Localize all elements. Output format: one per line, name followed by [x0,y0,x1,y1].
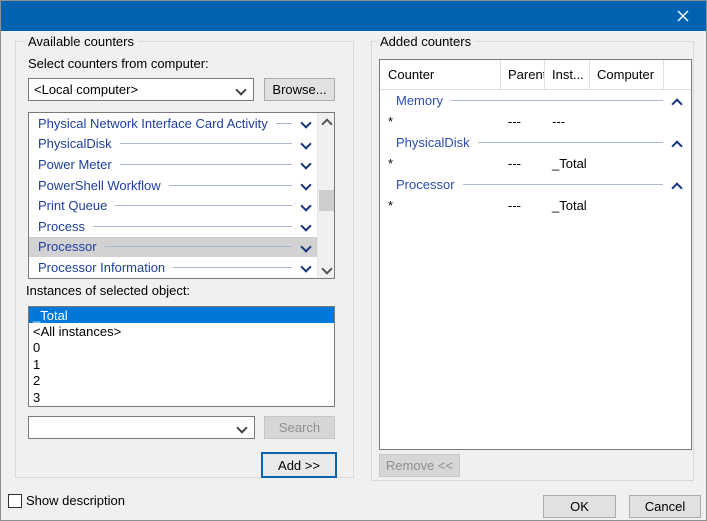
chevron-down-icon[interactable] [300,180,310,190]
counter-item[interactable]: PhysicalDisk [29,134,334,155]
instances-label: Instances of selected object: [26,283,190,298]
counter-item[interactable]: Processor Information [29,257,334,278]
cancel-button[interactable]: Cancel [629,495,701,518]
instance-item[interactable]: <All instances> [29,323,334,339]
table-header: Counter Parent Inst... Computer [380,60,691,90]
computer-combo-value: <Local computer> [29,82,235,97]
scroll-down-icon[interactable] [321,264,332,275]
chevron-down-icon[interactable] [300,159,310,169]
show-description-label: Show description [26,493,125,508]
close-icon [677,10,689,22]
instance-item[interactable]: 3 [29,389,334,405]
counter-group-row[interactable]: PhysicalDisk [380,132,691,153]
chevron-down-icon[interactable] [300,201,310,211]
chevron-down-icon[interactable] [300,139,310,149]
close-button[interactable] [660,1,706,31]
added-counters-label: Added counters [376,34,475,49]
chevron-down-icon[interactable] [300,221,310,231]
browse-button[interactable]: Browse... [264,78,335,101]
instance-item-selected[interactable]: _Total [29,307,334,323]
added-counters-group: Added counters Counter Parent Inst... Co… [371,41,694,481]
search-button[interactable]: Search [264,416,335,439]
available-counters-group: Available counters Select counters from … [15,41,354,478]
instance-list: _Total <All instances> 0 1 2 3 [28,306,335,407]
computer-combo[interactable]: <Local computer> [28,78,254,101]
show-description-checkbox[interactable] [8,494,22,508]
instance-item[interactable]: 2 [29,373,334,389]
column-computer[interactable]: Computer [590,60,664,89]
column-parent[interactable]: Parent [501,60,545,89]
chevron-down-icon[interactable] [300,262,310,272]
select-computer-label: Select counters from computer: [28,56,209,71]
add-counters-dialog: Available counters Select counters from … [0,0,707,521]
counter-group-row[interactable]: Memory [380,90,691,111]
chevron-down-icon [236,423,246,433]
instance-item[interactable]: 0 [29,340,334,356]
instance-item[interactable]: 1 [29,356,334,372]
add-button[interactable]: Add >> [261,452,337,478]
column-counter[interactable]: Counter [380,60,501,89]
counter-item-selected[interactable]: Processor [29,237,334,258]
available-counters-label: Available counters [24,34,138,49]
counter-group-row[interactable]: Processor [380,174,691,195]
scroll-up-icon[interactable] [321,116,332,127]
chevron-down-icon [235,85,245,95]
ok-button[interactable]: OK [543,495,616,518]
counter-list: Physical Network Interface Card Activity… [28,112,335,279]
chevron-down-icon[interactable] [300,118,310,128]
counter-item[interactable]: Process [29,216,334,237]
chevron-down-icon[interactable] [300,242,310,252]
added-counters-table: Counter Parent Inst... Computer Memory *… [379,59,692,450]
scrollbar[interactable] [317,113,334,278]
chevron-up-icon[interactable] [671,138,681,148]
scrollbar-thumb[interactable] [319,190,334,211]
table-row[interactable]: * --- --- [380,111,691,132]
column-instance[interactable]: Inst... [545,60,590,89]
table-row[interactable]: * --- _Total [380,195,691,216]
remove-button[interactable]: Remove << [379,454,460,477]
search-combo[interactable] [28,416,255,439]
counter-item[interactable]: Power Meter [29,154,334,175]
chevron-up-icon[interactable] [671,96,681,106]
titlebar [1,1,706,31]
counter-item[interactable]: Physical Network Interface Card Activity [29,113,334,134]
chevron-up-icon[interactable] [671,180,681,190]
counter-item[interactable]: PowerShell Workflow [29,175,334,196]
counter-item[interactable]: Print Queue [29,195,334,216]
table-row[interactable]: * --- _Total [380,153,691,174]
